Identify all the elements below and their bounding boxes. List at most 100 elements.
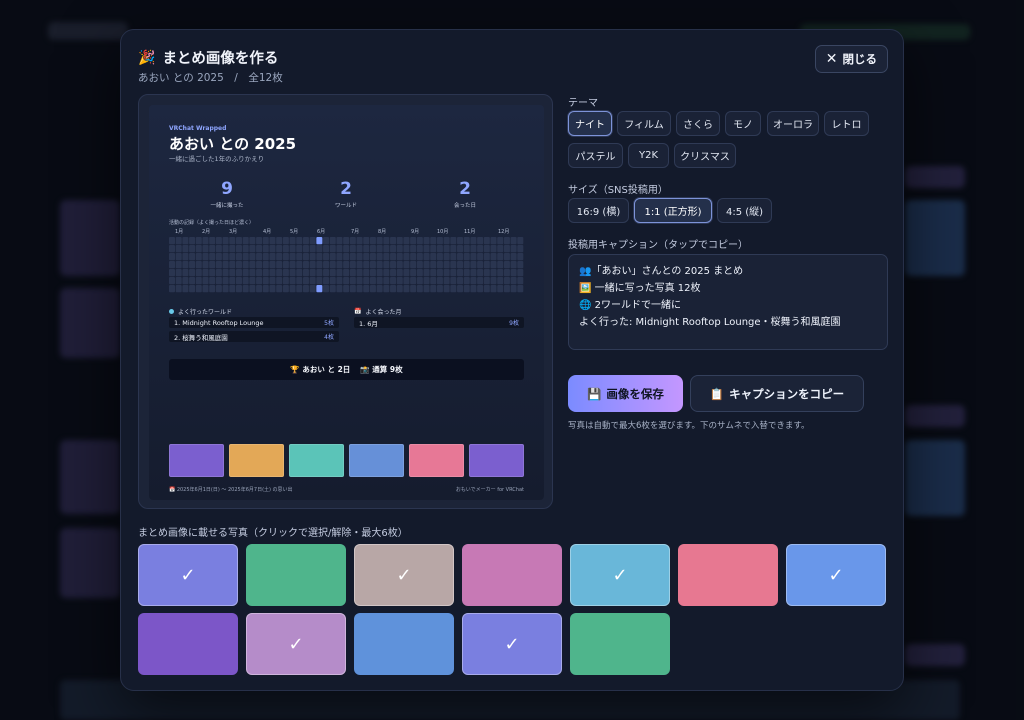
heatmap-cell	[282, 261, 289, 269]
theme-option-retro[interactable]: レトロ	[824, 111, 869, 136]
heatmap-cell	[470, 237, 477, 245]
month-label: 6月	[317, 229, 326, 235]
heatmap-cell	[430, 253, 437, 261]
close-button-label: 閉じる	[842, 52, 878, 66]
heatmap-cell	[450, 261, 457, 269]
size-option-1-1[interactable]: 1:1 (正方形)	[634, 198, 712, 223]
photo-tile[interactable]: ✓	[570, 544, 670, 606]
heatmap-cell	[336, 277, 343, 285]
heatmap-cell	[256, 277, 263, 285]
heatmap-cell	[276, 253, 283, 261]
caption-textarea[interactable]: 👥「あおい」さんとの 2025 まとめ 🖼️ 一緒に写った写真 12枚 🌐 2ワ…	[568, 254, 888, 350]
heatmap-cell	[423, 245, 430, 253]
heatmap-cell	[503, 285, 510, 293]
heatmap-cell	[229, 237, 236, 245]
photo-tile[interactable]: ✓	[462, 613, 562, 675]
heatmap-cell	[323, 253, 330, 261]
copy-caption-label: キャプションをコピー	[729, 386, 845, 401]
preview-thumbnail	[349, 444, 404, 477]
heatmap-cell	[235, 261, 242, 269]
heatmap-cell	[296, 237, 303, 245]
heatmap-cell	[390, 269, 397, 277]
heatmap-cell	[483, 253, 490, 261]
heatmap-cell	[436, 285, 443, 293]
theme-option-film[interactable]: フィルム	[617, 111, 671, 136]
photo-tile[interactable]: ✓	[138, 544, 238, 606]
heatmap-cell	[396, 285, 403, 293]
heatmap-cell	[222, 253, 229, 261]
heatmap-cell	[316, 277, 323, 285]
heatmap-cell	[430, 285, 437, 293]
theme-option-mono[interactable]: モノ	[725, 111, 761, 136]
copy-caption-button[interactable]: 📋 キャプションをコピー	[690, 375, 864, 412]
preview-thumbnail	[289, 444, 344, 477]
theme-option-aurora[interactable]: オーロラ	[767, 111, 819, 136]
month-label: 4月	[263, 229, 272, 235]
heatmap-cell	[483, 277, 490, 285]
heatmap-cell	[390, 237, 397, 245]
photo-tile[interactable]: ✓	[354, 544, 454, 606]
heatmap-cell	[182, 269, 189, 277]
heatmap-cell	[209, 277, 216, 285]
heatmap-cell	[256, 245, 263, 253]
heatmap-cell	[510, 261, 517, 269]
theme-option-sakura[interactable]: さくら	[676, 111, 720, 136]
heatmap-cell	[410, 269, 417, 277]
heatmap-cell	[215, 269, 222, 277]
photo-tile[interactable]	[462, 544, 562, 606]
heatmap-cell	[356, 245, 363, 253]
heatmap-cell	[329, 253, 336, 261]
heatmap-cell	[376, 237, 383, 245]
heatmap-cell	[222, 285, 229, 293]
heatmap-cell	[383, 253, 390, 261]
heatmap-cell	[403, 269, 410, 277]
heatmap-cell	[503, 261, 510, 269]
heatmap-cell	[262, 245, 269, 253]
heatmap-cell	[349, 285, 356, 293]
photo-tile[interactable]	[246, 544, 346, 606]
month-label: 9月	[411, 229, 420, 235]
heatmap-cell	[410, 253, 417, 261]
photo-tile[interactable]: ✓	[246, 613, 346, 675]
save-image-button[interactable]: 💾 画像を保存	[568, 375, 683, 412]
heatmap-cell	[463, 253, 470, 261]
heatmap-cell	[316, 261, 323, 269]
photo-tile[interactable]	[354, 613, 454, 675]
stat-worlds: 2 ワールド	[306, 179, 386, 209]
floppy-disk-icon: 💾	[587, 386, 602, 401]
photo-tile[interactable]: ✓	[786, 544, 886, 606]
heatmap-cell	[423, 253, 430, 261]
heatmap-cell	[336, 285, 343, 293]
heatmap-cell	[457, 277, 464, 285]
heatmap-cell	[403, 237, 410, 245]
heatmap-cell	[450, 269, 457, 277]
heatmap-cell	[215, 285, 222, 293]
size-option-16-9[interactable]: 16:9 (横)	[568, 198, 629, 223]
theme-option-y2k[interactable]: Y2K	[628, 143, 669, 168]
heatmap-cell	[416, 245, 423, 253]
heatmap-cell	[430, 245, 437, 253]
heatmap-cell	[483, 261, 490, 269]
heatmap-cell	[249, 245, 256, 253]
heatmap-cell	[189, 253, 196, 261]
theme-option-pastel[interactable]: パステル	[568, 143, 623, 168]
theme-option-night[interactable]: ナイト	[568, 111, 612, 136]
heatmap-cell	[249, 237, 256, 245]
heatmap-cell	[169, 237, 175, 245]
theme-option-christmas[interactable]: クリスマス	[674, 143, 736, 168]
size-option-4-5[interactable]: 4:5 (縦)	[717, 198, 772, 223]
photo-tile[interactable]	[570, 613, 670, 675]
heatmap-cell	[403, 277, 410, 285]
photo-tile[interactable]	[138, 613, 238, 675]
heatmap-cell	[329, 269, 336, 277]
heatmap-cell	[390, 261, 397, 269]
close-button[interactable]: ✕ 閉じる	[814, 45, 888, 73]
days-summary: 🏆 あおい と 2日	[290, 365, 351, 374]
photo-tile[interactable]	[678, 544, 778, 606]
heatmap-cell	[289, 269, 296, 277]
heatmap-cell	[269, 253, 276, 261]
calendar-icon: 📅	[354, 308, 362, 315]
heatmap-cell	[443, 277, 450, 285]
world-row: 2. 桜舞う和風庭園 4枚	[169, 331, 339, 342]
heatmap-cell	[209, 245, 216, 253]
